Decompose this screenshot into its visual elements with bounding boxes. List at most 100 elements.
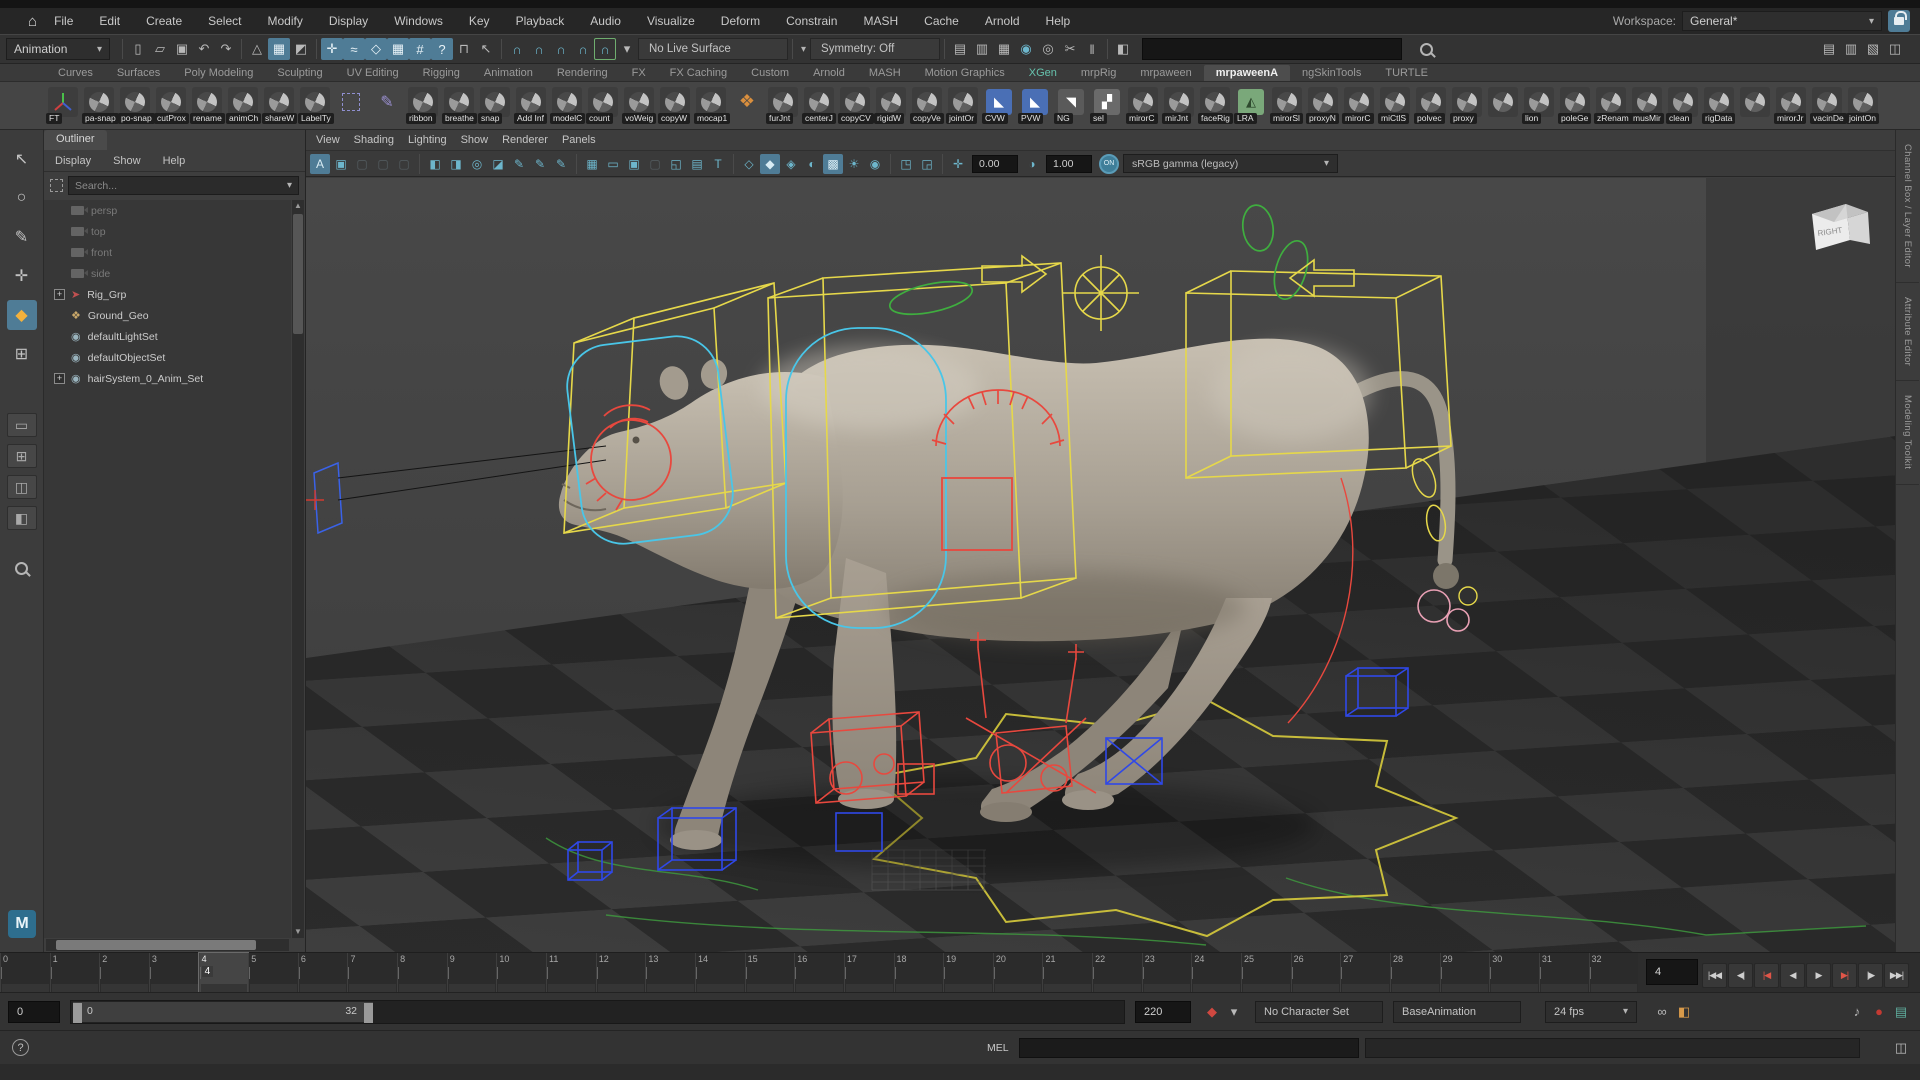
safe-action-icon[interactable]: ▢ bbox=[373, 154, 393, 174]
outliner-item-hairSystem_0_Anim_Set[interactable]: +◉hairSystem_0_Anim_Set bbox=[44, 368, 291, 389]
wireframe-on-shaded-icon[interactable]: ◈ bbox=[781, 154, 801, 174]
frame-14[interactable]: 14 bbox=[695, 953, 745, 993]
viewport-panel[interactable]: ViewShadingLightingShowRendererPanels A▣… bbox=[306, 130, 1895, 952]
shelf-item-poleGe[interactable]: poleGe bbox=[1558, 86, 1594, 126]
playback-loop-icon[interactable]: ∞ bbox=[1651, 1001, 1673, 1023]
render-settings-icon[interactable]: ◉ bbox=[1015, 38, 1037, 60]
shelf-item-FT[interactable]: FT bbox=[46, 86, 82, 126]
pause-viewport-icon[interactable]: ‖ bbox=[1081, 38, 1103, 60]
frame-32[interactable]: 32 bbox=[1589, 953, 1639, 993]
scroll-up-icon[interactable]: ▲ bbox=[292, 200, 304, 212]
menu-mash[interactable]: MASH bbox=[850, 14, 911, 28]
playblast-clapper-icon[interactable]: ◧ bbox=[1673, 1001, 1695, 1023]
shelf-tab-mrpaween[interactable]: mrpaween bbox=[1128, 65, 1203, 81]
shelf-item-LRA[interactable]: ◭LRA bbox=[1234, 86, 1270, 126]
snap-magnet-live-icon[interactable]: ∩ bbox=[594, 38, 616, 60]
fps-select[interactable]: 24 fps ▾ bbox=[1545, 1001, 1637, 1023]
expand-icon[interactable]: + bbox=[54, 373, 65, 384]
go-to-start-button[interactable]: |◀◀ bbox=[1702, 963, 1727, 988]
shelf-item-polvec[interactable]: polvec bbox=[1414, 86, 1450, 126]
layout-persp-outliner[interactable]: ◫ bbox=[7, 475, 37, 499]
zoom-tool-icon[interactable] bbox=[15, 562, 28, 575]
panel-tab-modeling-toolkit[interactable]: Modeling Toolkit bbox=[1896, 381, 1919, 484]
outliner-menu-show[interactable]: Show bbox=[102, 155, 152, 167]
shelf-item-ribbon[interactable]: ribbon bbox=[406, 86, 442, 126]
shelf-item-clean[interactable]: clean bbox=[1666, 86, 1702, 126]
outliner-title[interactable]: Outliner bbox=[44, 130, 107, 150]
outliner-horizontal-scrollbar[interactable] bbox=[46, 939, 289, 951]
go-to-end-button[interactable]: ▶▶| bbox=[1884, 963, 1909, 988]
shelf-item-copyVe[interactable]: copyVe bbox=[910, 86, 946, 126]
shelf-item-lion[interactable]: lion bbox=[1522, 86, 1558, 126]
shelf-item-marquee[interactable] bbox=[334, 86, 370, 126]
hud-text-icon[interactable]: T bbox=[708, 154, 728, 174]
menu-select[interactable]: Select bbox=[195, 14, 254, 28]
step-back-frame-button[interactable]: ◀| bbox=[1728, 963, 1753, 988]
snap-to-curves-icon[interactable]: ≈ bbox=[343, 38, 365, 60]
frame-5[interactable]: 5 bbox=[248, 953, 298, 993]
menu-key[interactable]: Key bbox=[456, 14, 503, 28]
anim-prefs-icon[interactable]: ▤ bbox=[1890, 1001, 1912, 1023]
shelf-item-miCtlS[interactable]: miCtlS bbox=[1378, 86, 1414, 126]
search-input[interactable]: Search... ▾ bbox=[68, 176, 299, 195]
viewport-menu-show[interactable]: Show bbox=[461, 134, 501, 146]
outliner-item-defaultObjectSet[interactable]: ◉defaultObjectSet bbox=[44, 347, 291, 368]
frame-24[interactable]: 24 bbox=[1191, 953, 1241, 993]
frame-0[interactable]: 0 bbox=[0, 953, 50, 993]
live-surface-field[interactable]: No Live Surface bbox=[638, 38, 788, 60]
frame-30[interactable]: 30 bbox=[1489, 953, 1539, 993]
pane-toggle-icon[interactable]: ◲ bbox=[917, 154, 937, 174]
safe-title-icon[interactable]: ▢ bbox=[394, 154, 414, 174]
shelf-item-mirorC[interactable]: mirorC bbox=[1342, 86, 1378, 126]
play-backwards-button[interactable]: ◀ bbox=[1780, 963, 1805, 988]
playblast-icon[interactable]: ▤ bbox=[949, 38, 971, 60]
shelf-item-py[interactable] bbox=[1486, 86, 1522, 126]
shelf-item-rigidW[interactable]: rigidW bbox=[874, 86, 910, 126]
shelf-item-proxyN[interactable]: proxyN bbox=[1306, 86, 1342, 126]
pane-layout-icon[interactable]: ◫ bbox=[1890, 1037, 1912, 1059]
frame-22[interactable]: 22 bbox=[1092, 953, 1142, 993]
region-icon[interactable]: ◱ bbox=[666, 154, 686, 174]
shelf-tab-rendering[interactable]: Rendering bbox=[545, 65, 620, 81]
step-forward-frame-button[interactable]: |▶ bbox=[1858, 963, 1883, 988]
menu-windows[interactable]: Windows bbox=[381, 14, 456, 28]
field-guides-icon[interactable]: ▢ bbox=[352, 154, 372, 174]
playback-range[interactable]: 0 32 bbox=[73, 1002, 373, 1022]
redo-icon[interactable]: ↷ bbox=[215, 38, 237, 60]
open-scene-icon[interactable]: ▱ bbox=[149, 38, 171, 60]
play-forwards-button[interactable]: ▶ bbox=[1806, 963, 1831, 988]
resolution-gate-icon[interactable]: ▣ bbox=[624, 154, 644, 174]
frame-12[interactable]: 12 bbox=[596, 953, 646, 993]
shelf-tab-ngskintools[interactable]: ngSkinTools bbox=[1290, 65, 1373, 81]
shelf-item-py[interactable] bbox=[1738, 86, 1774, 126]
shelf-tab-curves[interactable]: Curves bbox=[46, 65, 105, 81]
grease-pencil-icon[interactable]: ✎ bbox=[509, 154, 529, 174]
frame-20[interactable]: 20 bbox=[993, 953, 1043, 993]
camera-icon[interactable]: ◧ bbox=[425, 154, 445, 174]
shelf-tab-uv-editing[interactable]: UV Editing bbox=[335, 65, 411, 81]
menu-audio[interactable]: Audio bbox=[577, 14, 634, 28]
shelf-item-diamond[interactable]: ❖ bbox=[730, 86, 766, 126]
textured-icon[interactable]: ◐ bbox=[802, 154, 822, 174]
shelf-item-po-snap[interactable]: po-snap bbox=[118, 86, 154, 126]
timeline-ruler[interactable]: 0123445678910111213141516171819202122232… bbox=[0, 953, 1638, 993]
shelf-tab-fx-caching[interactable]: FX Caching bbox=[658, 65, 739, 81]
snap-magnet-grid-icon[interactable]: ∩ bbox=[506, 38, 528, 60]
shelf-tab-sculpting[interactable]: Sculpting bbox=[265, 65, 334, 81]
menu-help[interactable]: Help bbox=[1033, 14, 1084, 28]
shadows-icon[interactable]: ☀ bbox=[844, 154, 864, 174]
step-forward-key-button[interactable]: ▶| bbox=[1832, 963, 1857, 988]
frame-13[interactable]: 13 bbox=[645, 953, 695, 993]
shelf-item-mirorC[interactable]: mirorC bbox=[1126, 86, 1162, 126]
character-set-caret-icon[interactable]: ▾ bbox=[1223, 1001, 1245, 1023]
smooth-shade-icon[interactable]: ◆ bbox=[760, 154, 780, 174]
menu-display[interactable]: Display bbox=[316, 14, 381, 28]
snap-to-grids-icon[interactable]: ▦ bbox=[387, 38, 409, 60]
shelf-tab-fx[interactable]: FX bbox=[620, 65, 658, 81]
bookmark-icon[interactable]: ◪ bbox=[488, 154, 508, 174]
contrast-icon[interactable]: ◑ bbox=[1022, 154, 1042, 174]
frame-27[interactable]: 27 bbox=[1340, 953, 1390, 993]
colorspace-on-toggle[interactable]: ON bbox=[1099, 154, 1119, 174]
toggle-attribute-editor-icon[interactable]: ▥ bbox=[1840, 38, 1862, 60]
frame-28[interactable]: 28 bbox=[1390, 953, 1440, 993]
